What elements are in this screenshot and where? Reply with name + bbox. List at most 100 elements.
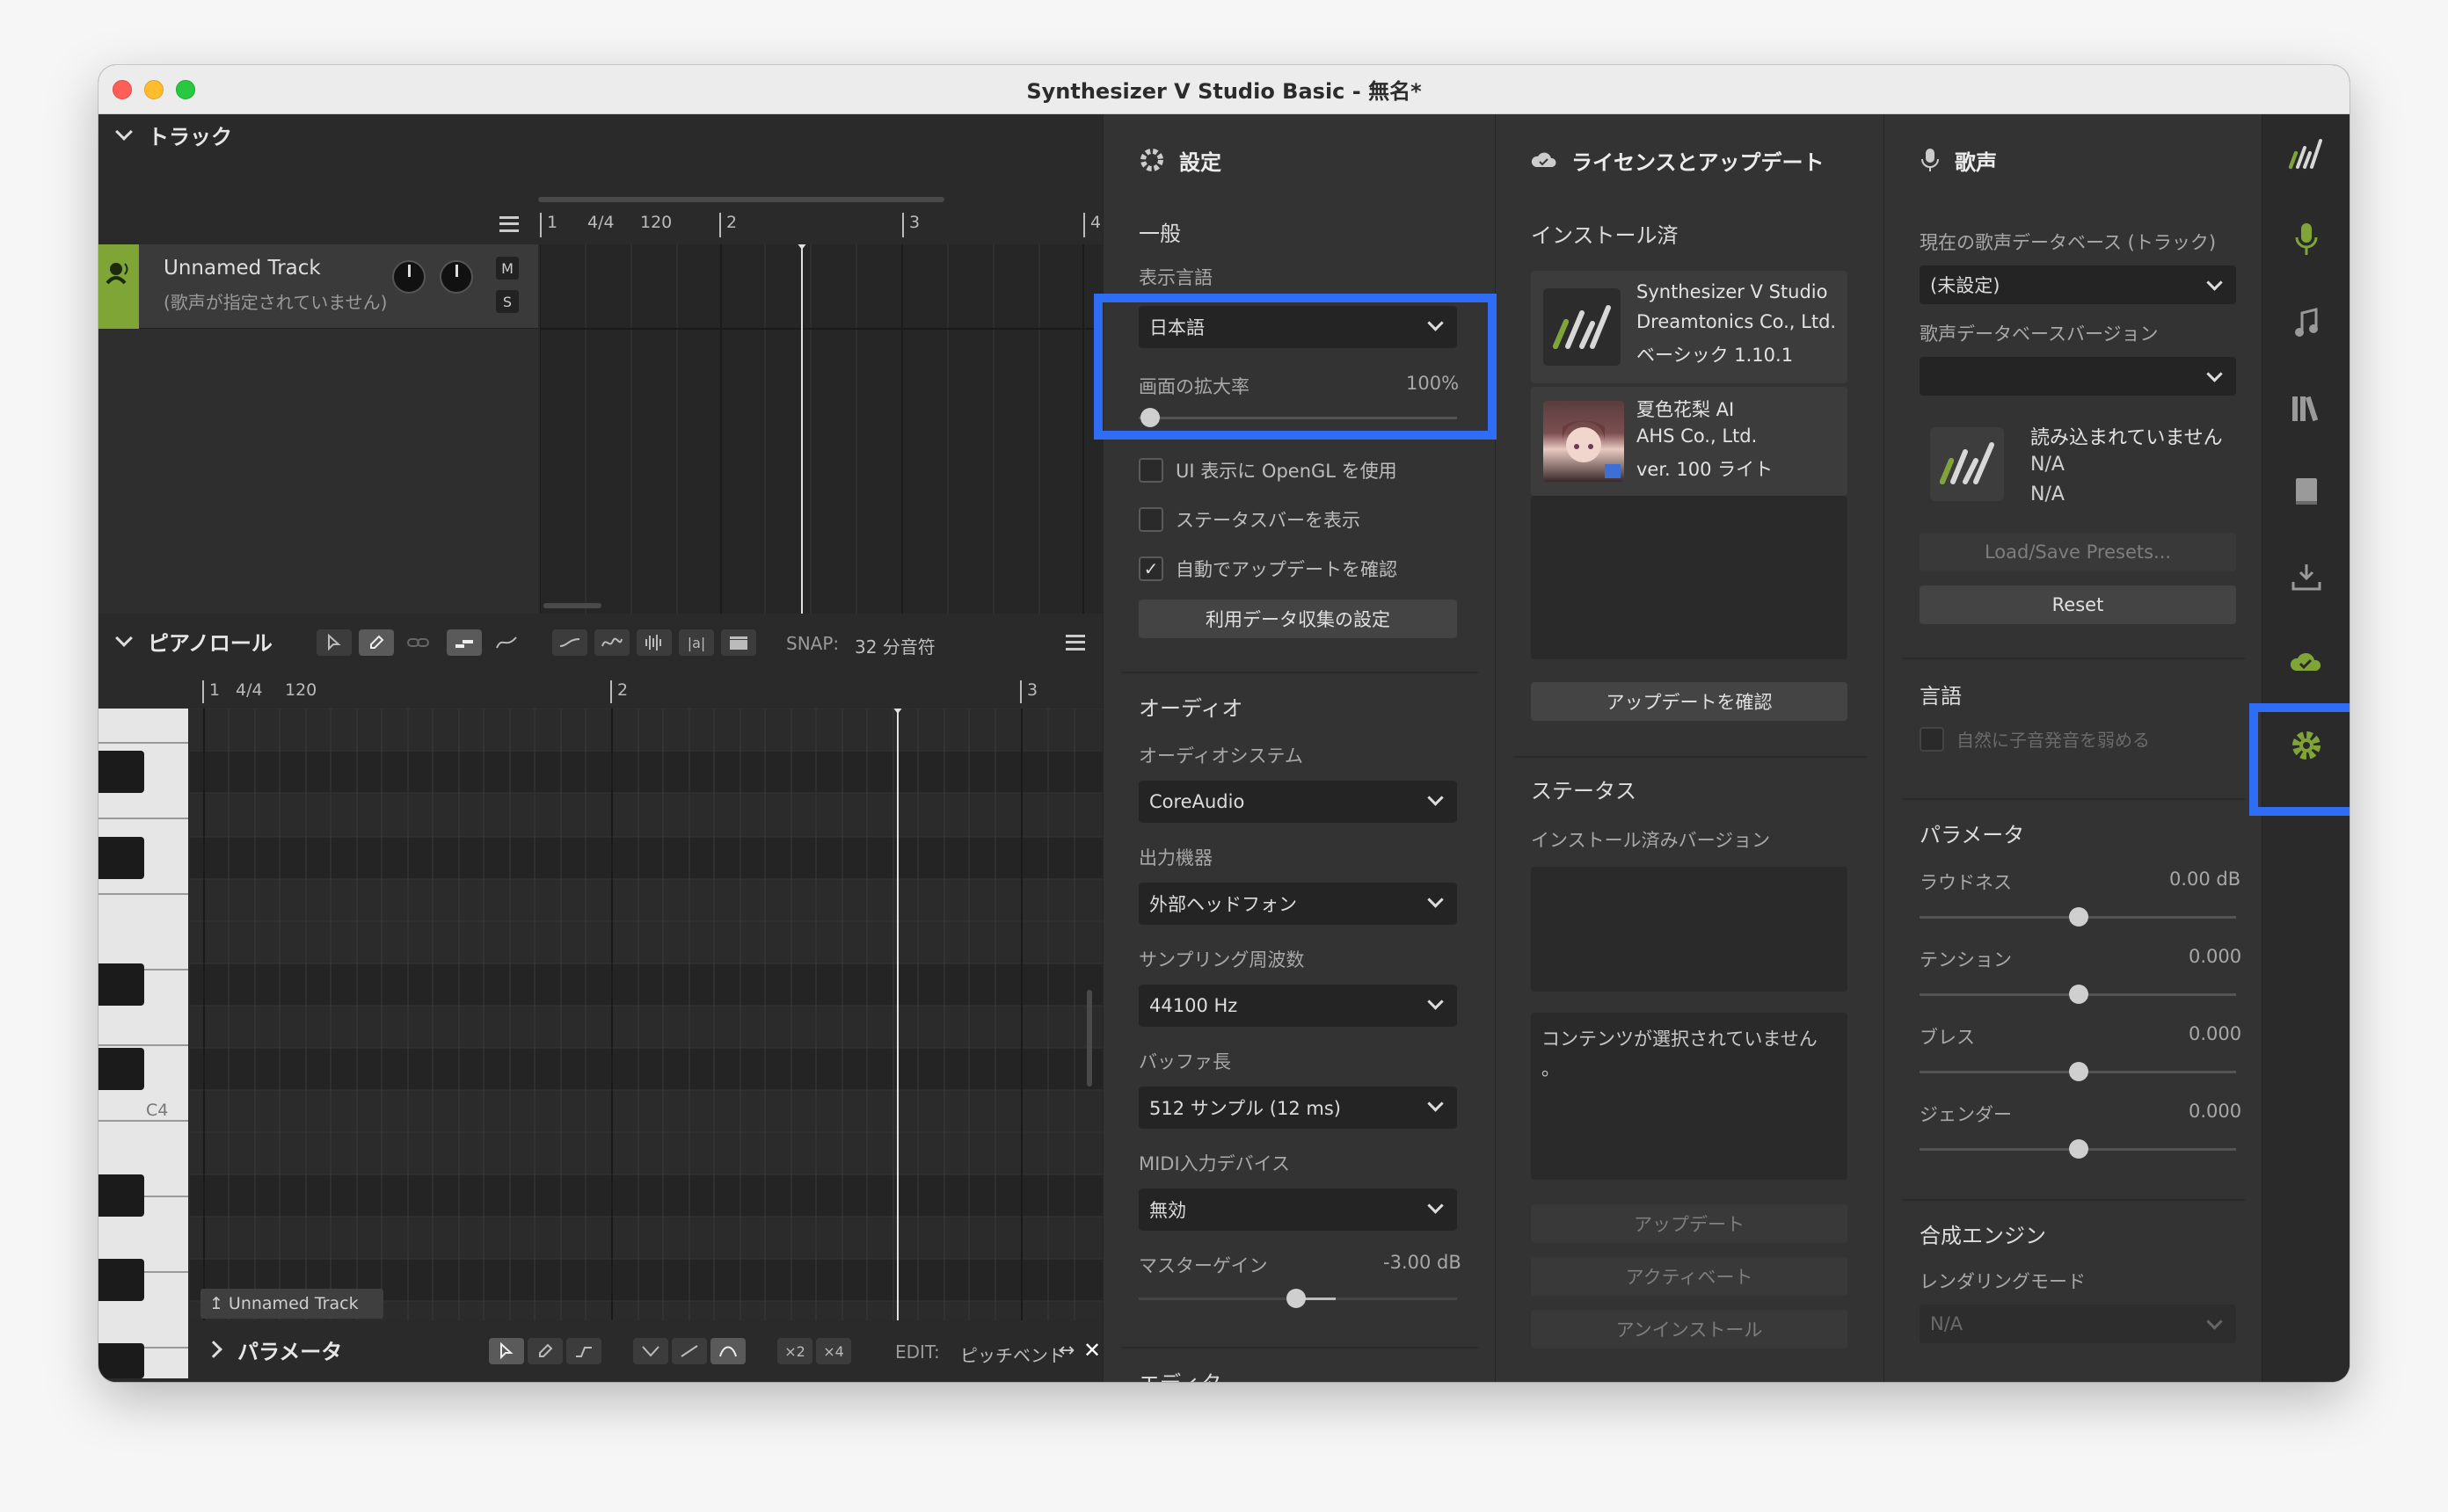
param-pointer-button[interactable] <box>489 1338 524 1364</box>
roll-ruler-bar-3: 3 <box>1020 680 1038 703</box>
track-scrollbar[interactable] <box>538 197 944 202</box>
sample-rate-select[interactable]: 44100 Hz <box>1139 985 1457 1027</box>
edit-param-dropdown[interactable]: ピッチベンド <box>960 1341 1066 1367</box>
piano-roll-menu-icon[interactable] <box>1066 635 1085 651</box>
cloud-check-icon[interactable] <box>2285 640 2328 682</box>
voice-db-logo-icon <box>1930 427 2004 501</box>
black-key[interactable] <box>98 1343 144 1378</box>
breath-slider-knob[interactable] <box>2069 1062 2088 1081</box>
note-tool-button[interactable] <box>447 629 482 656</box>
track-panel-header[interactable]: トラック <box>98 114 1103 155</box>
main-content: トラック 1 4/4 120 2 3 4 Unnamed Track (歌声が指… <box>98 114 2350 1382</box>
svstudio-logo-icon <box>1543 288 1621 366</box>
loudness-slider-knob[interactable] <box>2069 907 2088 927</box>
mute-button[interactable]: M <box>496 257 519 280</box>
update-button[interactable]: アップデート <box>1531 1204 1847 1243</box>
db-version-label: 歌声データベースバージョン <box>1920 323 2159 345</box>
track-ruler[interactable]: 1 4/4 120 2 3 4 <box>540 213 1103 244</box>
minimize-window-button[interactable] <box>144 80 164 99</box>
weaken-consonant-checkbox[interactable] <box>1920 726 1944 752</box>
db-version-select[interactable] <box>1920 357 2236 396</box>
music-note-icon[interactable] <box>2285 302 2328 345</box>
black-key[interactable] <box>98 837 144 879</box>
tension-slider-knob[interactable] <box>2069 985 2088 1004</box>
track-tag[interactable]: ↥ Unnamed Track <box>200 1289 383 1319</box>
statusbar-checkbox[interactable] <box>1139 507 1163 532</box>
solo-button[interactable]: S <box>496 290 519 313</box>
track-menu-icon[interactable] <box>499 216 519 232</box>
gender-slider-knob[interactable] <box>2069 1139 2088 1159</box>
midi-select[interactable]: 無効 <box>1139 1189 1457 1231</box>
track-timeline[interactable] <box>539 243 1103 614</box>
param-line-button[interactable] <box>566 1338 601 1364</box>
check-update-button[interactable]: アップデートを確認 <box>1531 682 1847 721</box>
render-mode-select[interactable]: N/A <box>1920 1305 2236 1343</box>
black-key[interactable] <box>98 751 144 793</box>
black-key[interactable] <box>98 963 144 1006</box>
output-value: 外部ヘッドフォン <box>1149 894 1297 915</box>
swap-icon[interactable]: ↔ <box>1059 1340 1075 1362</box>
vibrato-tool-button[interactable] <box>594 629 630 656</box>
autoupdate-checkbox[interactable]: ✓ <box>1139 556 1163 581</box>
opengl-checkbox-row[interactable]: UI 表示に OpenGL を使用 <box>1139 457 1397 483</box>
license-item-svstudio[interactable]: Synthesizer V Studio Dreamtonics Co., Lt… <box>1531 271 1847 383</box>
volume-knob[interactable] <box>392 260 426 294</box>
chevron-down-icon <box>115 123 133 141</box>
waveform-toggle-button[interactable] <box>637 629 672 656</box>
piano-roll-ruler[interactable]: 1 4/4 120 2 3 <box>190 673 1103 709</box>
black-key[interactable] <box>98 1048 144 1090</box>
load-save-presets-button[interactable]: Load/Save Presets... <box>1920 533 2236 571</box>
maximize-window-button[interactable] <box>176 80 195 99</box>
clapper-button[interactable] <box>721 629 756 656</box>
book-icon[interactable] <box>2285 471 2328 513</box>
piano-roll-grid[interactable] <box>190 707 1103 1382</box>
engine-section-title: 合成エンジン <box>1920 1224 2046 1248</box>
track-name[interactable]: Unnamed Track <box>164 257 321 280</box>
param-pencil-button[interactable] <box>528 1338 563 1364</box>
pitch-tool-button[interactable] <box>552 629 587 656</box>
param-arch-button[interactable] <box>710 1338 746 1364</box>
param-x4-button[interactable]: ×4 <box>816 1338 851 1364</box>
microphone-icon[interactable] <box>2285 218 2328 260</box>
license-item-karin[interactable]: 夏色花梨 AI AHS Co., Ltd. ver. 100 ライト <box>1531 387 1847 496</box>
uninstall-button[interactable]: アンインストール <box>1531 1310 1847 1348</box>
param-ramp-button[interactable] <box>672 1338 707 1364</box>
param-smooth-button[interactable] <box>633 1338 668 1364</box>
installed-version-box <box>1531 867 1847 992</box>
curve-tool-button[interactable] <box>489 629 524 656</box>
black-key[interactable] <box>98 1259 144 1301</box>
audio-system-select[interactable]: CoreAudio <box>1139 781 1457 823</box>
snap-label: SNAP: <box>786 633 840 654</box>
autoupdate-checkbox-row[interactable]: ✓ 自動でアップデートを確認 <box>1139 556 1397 582</box>
opengl-checkbox[interactable] <box>1139 458 1163 483</box>
parameter-panel-header[interactable]: パラメータ <box>190 1329 383 1370</box>
piano-keyboard[interactable]: C4 <box>98 709 188 1378</box>
export-icon[interactable] <box>2285 556 2328 598</box>
pointer-tool-button[interactable] <box>317 629 352 656</box>
weaken-consonant-row[interactable]: 自然に子音発音を弱める <box>1920 726 2150 752</box>
track-voice-label: (歌声が指定されていません) <box>164 292 388 313</box>
track-header[interactable]: Unnamed Track (歌声が指定されていません) M S <box>98 244 538 329</box>
library-icon[interactable] <box>2285 387 2328 429</box>
activate-button[interactable]: アクティベート <box>1531 1257 1847 1296</box>
parameter-bar: パラメータ ×2 ×4 EDIT: ピッチベンド ↔ ✕ <box>190 1320 1103 1382</box>
statusbar-checkbox-row[interactable]: ステータスバーを表示 <box>1139 506 1360 533</box>
buffer-select[interactable]: 512 サンプル (12 ms) <box>1139 1087 1457 1129</box>
black-key[interactable] <box>98 1174 144 1217</box>
svstudio-logo-icon[interactable] <box>2285 134 2328 176</box>
close-window-button[interactable] <box>113 80 132 99</box>
gain-slider-knob[interactable] <box>1286 1289 1306 1308</box>
current-db-select[interactable]: (未設定) <box>1920 265 2236 304</box>
snap-dropdown[interactable]: 32 分音符 <box>855 633 936 658</box>
param-x2-button[interactable]: ×2 <box>777 1338 812 1364</box>
pencil-tool-button[interactable] <box>359 629 394 656</box>
pan-knob[interactable] <box>440 260 473 294</box>
link-tool-button[interactable] <box>401 629 436 656</box>
karin-avatar <box>1543 401 1624 482</box>
gain-label: マスターゲイン <box>1139 1255 1268 1276</box>
reset-button[interactable]: Reset <box>1920 585 2236 624</box>
output-select[interactable]: 外部ヘッドフォン <box>1139 883 1457 925</box>
lyrics-toggle-button[interactable]: |a| <box>679 629 714 656</box>
data-collection-button[interactable]: 利用データ収集の設定 <box>1139 600 1457 638</box>
close-icon[interactable]: ✕ <box>1083 1338 1101 1363</box>
